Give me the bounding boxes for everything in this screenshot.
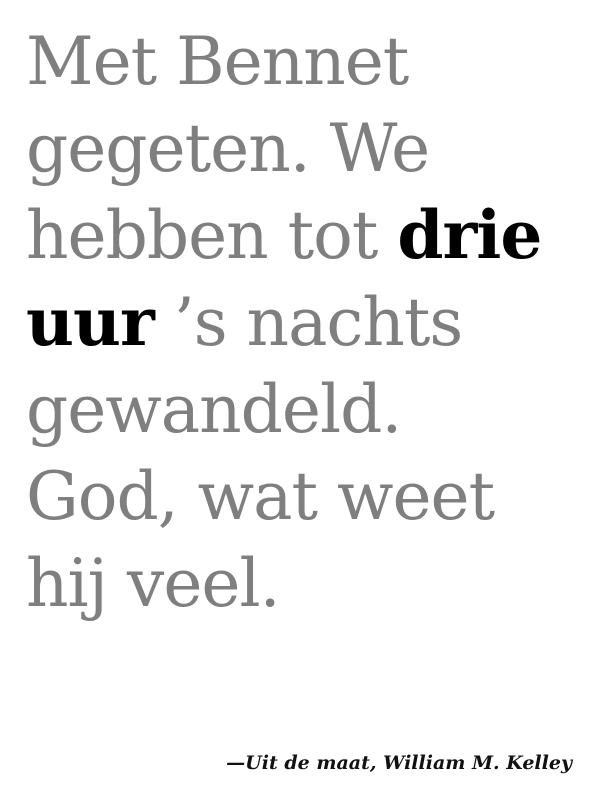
attribution: —Uit de maat, William M. Kelley [226,752,572,774]
quote-line: Met Bennet [26,23,409,100]
quote-line: hebben tot drie [26,192,596,279]
quote-line: gewandeld. [26,371,402,448]
quote-fragment: ’s nachts [153,284,464,361]
quote-line: God, wat weet [26,458,495,535]
emphasized-word: drie [397,196,542,274]
quote-line: gegeten. We [26,110,430,187]
quote-card: Met Bennet gegeten. We hebben tot drie u… [0,0,600,800]
quote-fragment: hebben tot [26,197,398,274]
quote-line: hij veel. [26,545,281,622]
emphasized-word: uur [26,283,155,361]
quote-text: Met Bennet gegeten. We hebben tot drie u… [26,18,596,627]
quote-line: uur ’s nachts [26,279,596,366]
